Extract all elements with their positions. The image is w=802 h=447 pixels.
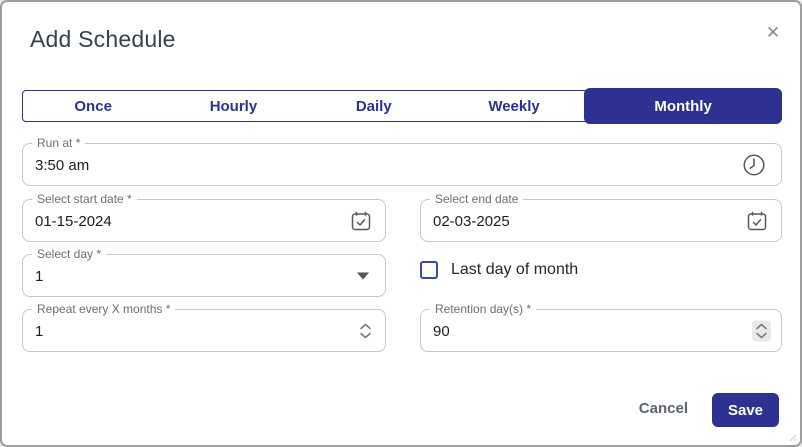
save-button[interactable]: Save: [712, 393, 779, 427]
clock-icon[interactable]: [741, 152, 767, 178]
repeat-months-input[interactable]: [23, 321, 385, 340]
tab-once[interactable]: Once: [23, 91, 163, 121]
retention-days-field: Retention day(s) *: [420, 309, 782, 352]
calendar-check-icon[interactable]: [745, 209, 769, 233]
spinner-icon[interactable]: [752, 320, 771, 341]
close-icon[interactable]: ✕: [762, 22, 784, 44]
last-day-label: Last day of month: [451, 261, 578, 279]
calendar-check-icon[interactable]: [349, 209, 373, 233]
tab-monthly[interactable]: Monthly: [584, 88, 782, 124]
select-day-value[interactable]: [23, 266, 385, 285]
repeat-months-label: Repeat every X months *: [32, 302, 175, 316]
select-day-label: Select day *: [32, 247, 106, 261]
spinner-icon[interactable]: [356, 320, 375, 341]
retention-days-input[interactable]: [421, 321, 781, 340]
end-date-input[interactable]: [421, 211, 781, 230]
run-at-input[interactable]: [23, 155, 781, 174]
last-day-of-month-option[interactable]: Last day of month: [420, 261, 578, 279]
start-date-input[interactable]: [23, 211, 385, 230]
dialog-title: Add Schedule: [30, 26, 176, 53]
run-at-field: Run at *: [22, 143, 782, 186]
repeat-months-field: Repeat every X months *: [22, 309, 386, 352]
retention-days-label: Retention day(s) *: [430, 302, 536, 316]
end-date-field: Select end date: [420, 199, 782, 242]
tab-hourly[interactable]: Hourly: [163, 91, 303, 121]
caret-down-icon[interactable]: [357, 272, 375, 279]
last-day-checkbox[interactable]: [420, 261, 438, 279]
add-schedule-dialog: Add Schedule ✕ Once Hourly Daily Weekly …: [0, 0, 802, 447]
select-day-field[interactable]: Select day *: [22, 254, 386, 297]
tab-weekly[interactable]: Weekly: [444, 91, 584, 121]
start-date-label: Select start date *: [32, 192, 137, 206]
start-date-field: Select start date *: [22, 199, 386, 242]
run-at-label: Run at *: [32, 136, 85, 150]
schedule-type-tabs: Once Hourly Daily Weekly Monthly: [22, 90, 782, 122]
resize-handle-icon[interactable]: [788, 433, 797, 442]
tab-daily[interactable]: Daily: [304, 91, 444, 121]
cancel-button[interactable]: Cancel: [639, 400, 688, 417]
end-date-label: Select end date: [430, 192, 523, 206]
